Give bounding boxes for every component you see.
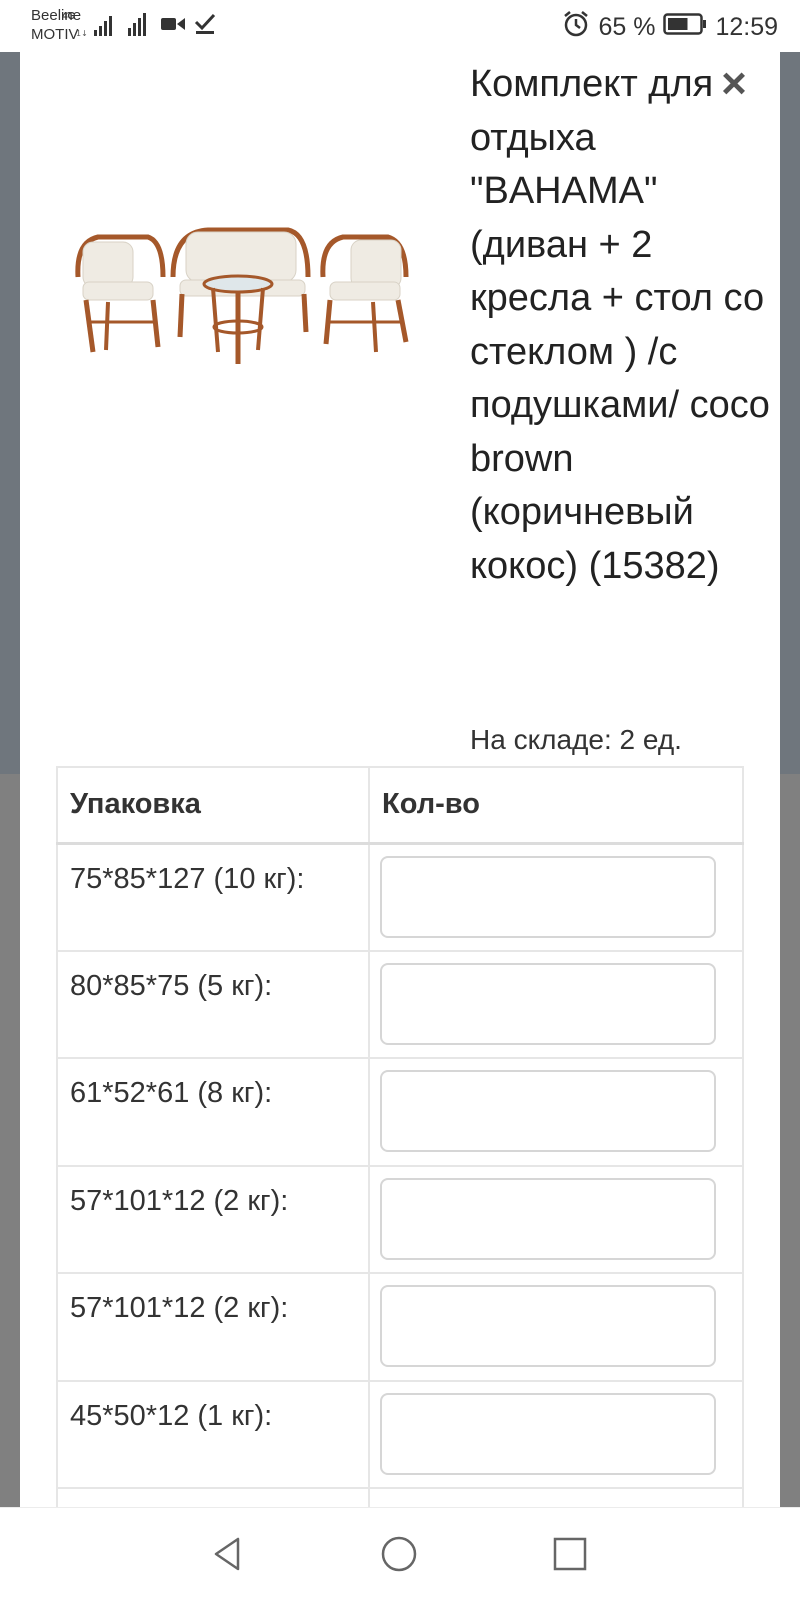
video-call-icon (160, 14, 186, 39)
table-row: 61*52*61 (8 кг): (56, 1057, 744, 1167)
table-header-row: Упаковка Кол-во (56, 766, 744, 844)
recent-square-icon (553, 1537, 587, 1571)
stock-status: На складе: 2 ед. (470, 724, 682, 755)
home-circle-icon (381, 1536, 417, 1572)
navigation-bar (0, 1507, 800, 1600)
clock: 12:59 (715, 13, 778, 41)
table-row (56, 1487, 744, 1507)
column-header-packaging: Упаковка (56, 766, 370, 844)
package-size: 57*101*12 (2 кг): (56, 1272, 370, 1382)
table-row: 57*101*12 (2 кг): (56, 1164, 744, 1274)
status-right: 65 % 12:59 (562, 10, 778, 45)
package-size: 61*52*61 (8 кг): (56, 1057, 370, 1167)
back-triangle-icon (214, 1537, 240, 1571)
packaging-table: Упаковка Кол-во 75*85*127 (10 кг): 80*85… (56, 766, 744, 1507)
package-size: 45*50*12 (1 кг): (56, 1379, 370, 1489)
table-row: 75*85*127 (10 кг): (56, 842, 744, 952)
package-size: 80*85*75 (5 кг): (56, 949, 370, 1059)
column-header-quantity: Кол-во (368, 766, 744, 844)
quantity-input[interactable] (380, 1177, 716, 1260)
signal-icon: 4G 1↓ (62, 8, 132, 45)
quantity-input[interactable] (380, 962, 716, 1045)
quantity-input[interactable] (380, 1392, 716, 1475)
product-title: Комплект для отдыха "BAHAMA" (диван + 2 … (470, 63, 770, 587)
quantity-input[interactable] (380, 1285, 716, 1367)
package-size: 75*85*127 (10 кг): (56, 842, 370, 952)
armchair-left-illustration (75, 234, 166, 353)
back-button[interactable] (202, 1528, 254, 1580)
table-row: 45*50*12 (1 кг): (56, 1379, 744, 1489)
package-size: 57*101*12 (2 кг): (56, 1164, 370, 1274)
armchair-right-illustration (320, 234, 409, 353)
battery-icon (663, 12, 707, 43)
table-row: 80*85*75 (5 кг): (56, 949, 744, 1059)
quantity-input[interactable] (380, 855, 716, 938)
battery-percent: 65 % (598, 13, 656, 41)
table-row: 57*101*12 (2 кг): (56, 1272, 744, 1382)
home-button[interactable] (373, 1528, 425, 1580)
product-modal: × Комплект для отдыха "BAHAMA" (диван + … (20, 52, 780, 1507)
download-done-icon (193, 12, 217, 41)
product-image (68, 182, 438, 402)
status-bar: Beeline MOTIV 4G 1↓ 65 % 12:59 (0, 0, 800, 52)
svg-text:1↓: 1↓ (76, 29, 88, 38)
alarm-icon (562, 10, 590, 45)
table-illustration (202, 274, 274, 364)
recent-apps-button[interactable] (544, 1528, 596, 1580)
network-type: 4G (62, 11, 76, 22)
quantity-input[interactable] (380, 1070, 716, 1152)
signal-icon (124, 10, 154, 43)
